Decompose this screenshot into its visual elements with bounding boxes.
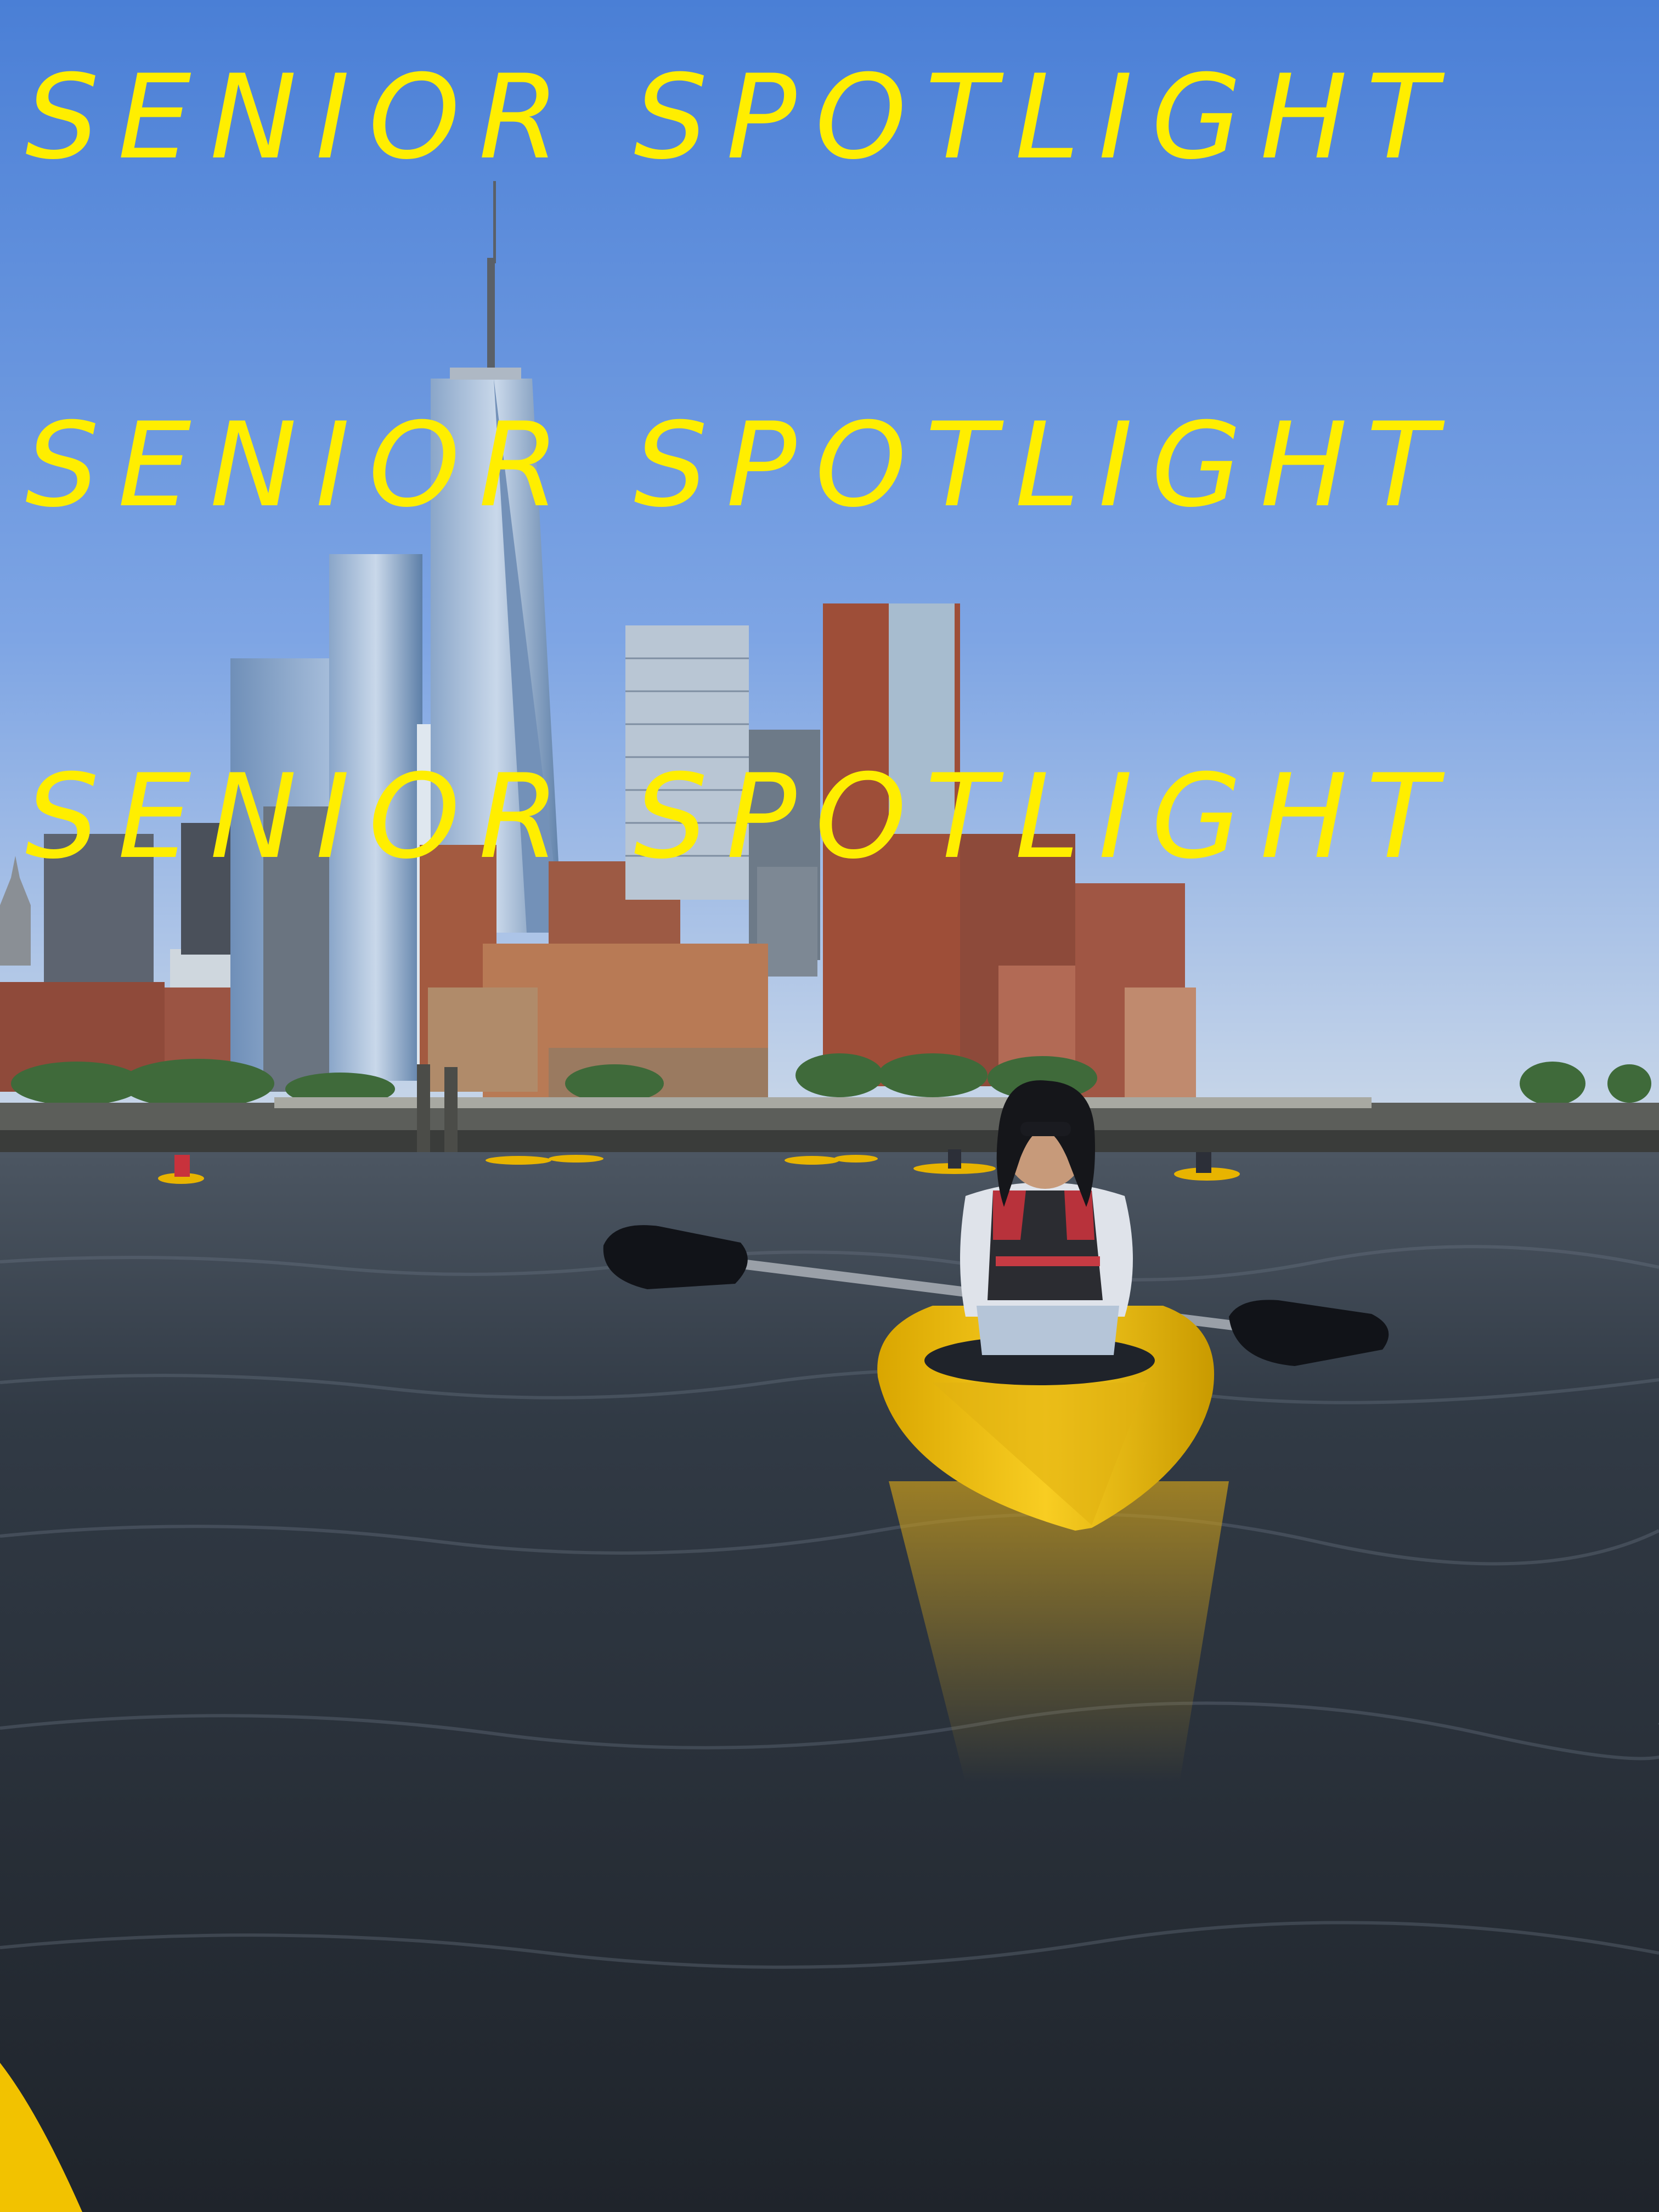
legs	[977, 1306, 1119, 1355]
sunglasses	[1020, 1122, 1071, 1136]
spotlight-caption-2: SENIOR SPOTLIGHT	[25, 397, 1456, 533]
spotlight-caption-1: SENIOR SPOTLIGHT	[25, 49, 1456, 185]
photo-scene	[0, 0, 1659, 2212]
spotlight-caption-3: SENIOR SPOTLIGHT	[25, 749, 1456, 884]
water	[0, 1152, 1659, 2212]
